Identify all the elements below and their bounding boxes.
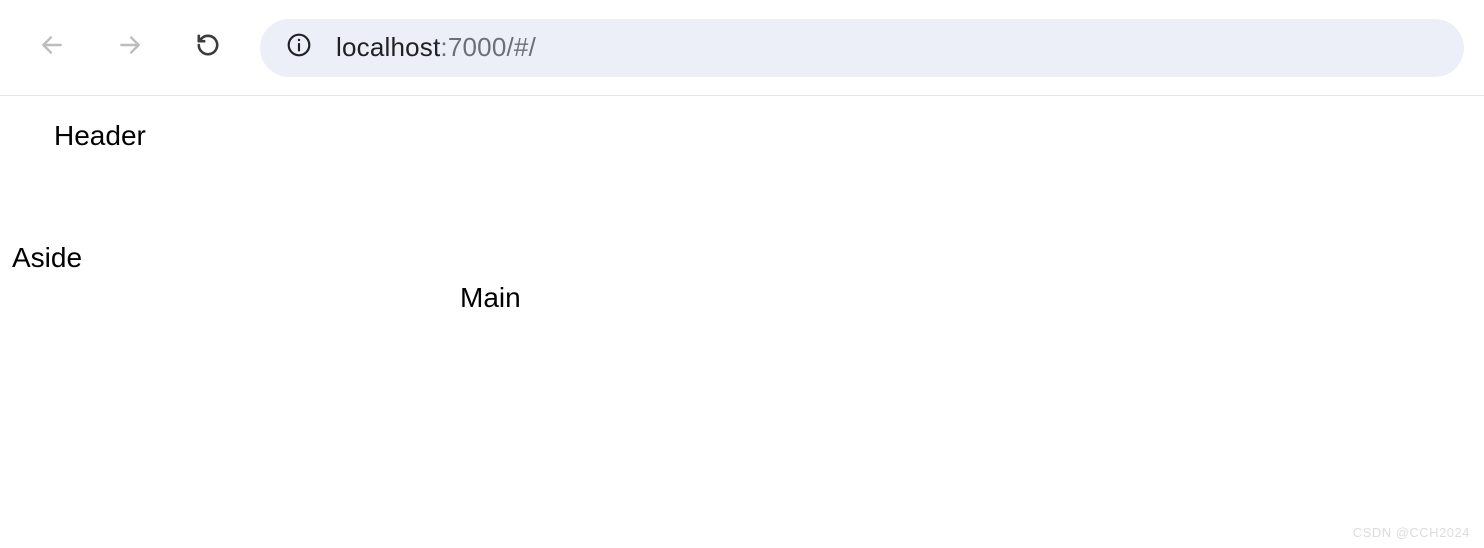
back-button[interactable] xyxy=(30,26,74,70)
url-port: :7000 xyxy=(440,32,506,62)
site-info-button[interactable] xyxy=(284,33,314,63)
reload-button[interactable] xyxy=(186,26,230,70)
layout-aside-label: Aside xyxy=(12,242,82,274)
url-host: localhost xyxy=(336,32,440,62)
arrow-left-icon xyxy=(39,32,65,63)
page-content: Header Aside Main xyxy=(0,96,1484,548)
nav-button-group xyxy=(30,26,230,70)
info-icon xyxy=(286,32,312,63)
url-path: /#/ xyxy=(507,32,537,62)
layout-main-label: Main xyxy=(460,282,521,314)
watermark-text: CSDN @CCH2024 xyxy=(1353,525,1470,540)
reload-icon xyxy=(195,32,221,63)
layout-header-label: Header xyxy=(54,120,146,152)
forward-button[interactable] xyxy=(108,26,152,70)
browser-toolbar: localhost:7000/#/ xyxy=(0,0,1484,96)
arrow-right-icon xyxy=(117,32,143,63)
address-bar[interactable]: localhost:7000/#/ xyxy=(260,19,1464,77)
url-text: localhost:7000/#/ xyxy=(336,32,536,63)
